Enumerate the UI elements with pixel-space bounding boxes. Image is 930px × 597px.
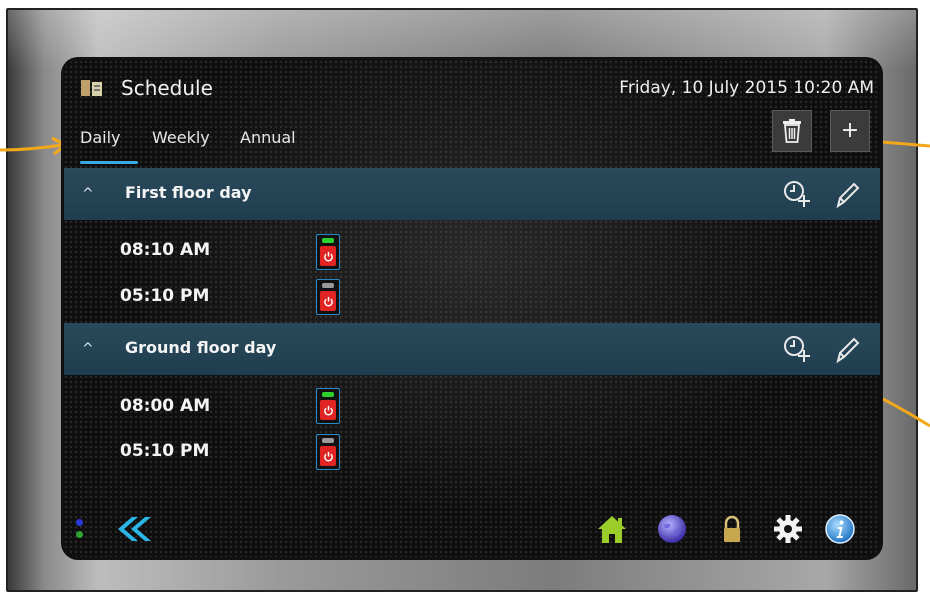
status-dot-blue bbox=[76, 519, 83, 526]
power-on-button[interactable] bbox=[316, 234, 340, 270]
add-time-icon[interactable] bbox=[782, 334, 812, 364]
schedule-app-icon bbox=[81, 80, 103, 96]
bottom-nav-bar bbox=[64, 497, 880, 557]
schedule-entry-time: 08:00 AM bbox=[120, 396, 211, 416]
add-time-icon[interactable] bbox=[782, 179, 812, 209]
schedule-header-ground-floor[interactable]: ^ Ground floor day bbox=[64, 323, 880, 375]
lock-icon[interactable] bbox=[716, 513, 748, 545]
page-title: Schedule bbox=[121, 76, 213, 100]
led-off-indicator bbox=[322, 283, 334, 288]
delete-button[interactable] bbox=[772, 110, 812, 152]
annotation-arrow-tabs bbox=[0, 136, 69, 156]
power-icon bbox=[320, 291, 336, 311]
power-off-button[interactable] bbox=[316, 434, 340, 470]
power-on-button[interactable] bbox=[316, 388, 340, 424]
add-schedule-button[interactable]: + bbox=[830, 110, 870, 152]
schedule-entry-time: 05:10 PM bbox=[120, 441, 210, 461]
edit-pencil-icon[interactable] bbox=[832, 334, 862, 364]
led-off-indicator bbox=[322, 438, 334, 443]
collapse-chevron-icon[interactable]: ^ bbox=[82, 186, 94, 202]
date-time-display: Friday, 10 July 2015 10:20 AM bbox=[619, 78, 874, 98]
schedule-header-first-floor[interactable]: ^ First floor day bbox=[64, 168, 880, 220]
schedule-title: Ground floor day bbox=[125, 338, 277, 357]
trash-icon bbox=[783, 119, 801, 143]
edit-pencil-icon[interactable] bbox=[832, 179, 862, 209]
active-tab-indicator bbox=[80, 161, 138, 164]
collapse-chevron-icon[interactable]: ^ bbox=[82, 341, 94, 357]
home-icon[interactable] bbox=[596, 513, 628, 545]
status-dot-green bbox=[76, 531, 83, 538]
tab-annual[interactable]: Annual bbox=[240, 128, 296, 147]
plus-icon: + bbox=[840, 118, 860, 143]
power-off-button[interactable] bbox=[316, 279, 340, 315]
schedule-entry-time: 05:10 PM bbox=[120, 286, 210, 306]
globe-icon[interactable] bbox=[656, 513, 688, 545]
power-icon bbox=[320, 446, 336, 466]
schedule-title: First floor day bbox=[125, 183, 252, 202]
schedule-entry-time: 08:10 AM bbox=[120, 240, 211, 260]
power-icon bbox=[320, 400, 336, 420]
header-bar: Schedule Friday, 10 July 2015 10:20 AM bbox=[64, 60, 880, 112]
info-icon[interactable] bbox=[824, 513, 856, 545]
double-chevron-left-icon[interactable] bbox=[112, 514, 152, 544]
gear-icon[interactable] bbox=[772, 513, 804, 545]
tab-daily[interactable]: Daily bbox=[80, 128, 120, 147]
tab-weekly[interactable]: Weekly bbox=[152, 128, 210, 147]
led-on-indicator bbox=[322, 392, 334, 397]
touch-screen: Schedule Friday, 10 July 2015 10:20 AM D… bbox=[64, 60, 880, 557]
led-on-indicator bbox=[322, 238, 334, 243]
power-icon bbox=[320, 246, 336, 266]
